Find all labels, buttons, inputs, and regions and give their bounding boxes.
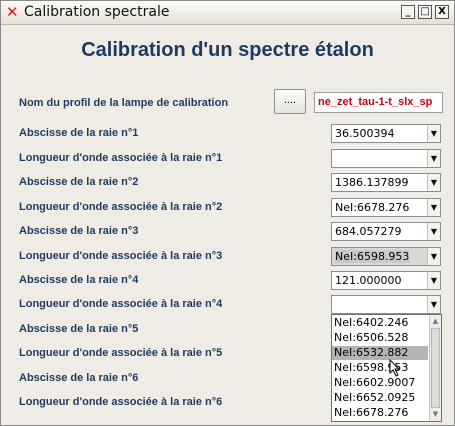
dropdown-option[interactable]: NeI:6506.528: [332, 331, 428, 345]
line-1-abscissa-combo[interactable]: 36.500394 ▼: [331, 124, 441, 143]
maximize-button[interactable]: □: [418, 5, 432, 19]
close-button[interactable]: X: [435, 5, 449, 19]
combo-value: NeI:6598.953: [335, 250, 410, 263]
combo-value: 684.057279: [335, 225, 402, 238]
chevron-down-icon[interactable]: ▼: [427, 296, 440, 313]
line-5-wavelength-label: Longueur d'onde associée à la raie n°5: [19, 347, 223, 359]
dropdown-option[interactable]: NeI:6598.953: [332, 361, 428, 375]
line-2-wavelength-combo[interactable]: NeI:6678.276 ▼: [331, 198, 441, 217]
minimize-button[interactable]: _: [401, 5, 415, 19]
profile-label: Nom du profil de la lampe de calibration: [19, 97, 229, 109]
window-title: Calibration spectrale: [24, 4, 170, 20]
line-3-abscissa-label: Abscisse de la raie n°3: [19, 225, 139, 237]
line-4-wavelength-combo[interactable]: ▼: [331, 295, 441, 314]
line-3-abscissa-combo[interactable]: 684.057279 ▼: [331, 222, 441, 241]
combo-value: 121.000000: [335, 274, 402, 287]
line-3-wavelength-label: Longueur d'onde associée à la raie n°3: [19, 250, 223, 262]
dropdown-scrollbar[interactable]: ▲ ▼: [429, 315, 441, 421]
line-3-wavelength-combo[interactable]: NeI:6598.953 ▼: [331, 247, 441, 266]
combo-value: NeI:6678.276: [335, 201, 410, 214]
title-bar[interactable]: ✕ Calibration spectrale _ □ X: [1, 1, 454, 25]
line-2-wavelength-label: Longueur d'onde associée à la raie n°2: [19, 201, 223, 213]
line-4-wavelength-label: Longueur d'onde associée à la raie n°4: [19, 298, 223, 310]
combo-value: 1386.137899: [335, 176, 409, 189]
dropdown-option[interactable]: NeI:6602.9007: [332, 376, 428, 390]
dropdown-option[interactable]: NeI:6652.0925: [332, 391, 428, 405]
line-1-abscissa-label: Abscisse de la raie n°1: [19, 127, 139, 139]
line-5-abscissa-label: Abscisse de la raie n°5: [19, 323, 139, 335]
chevron-down-icon[interactable]: ▼: [427, 174, 440, 191]
line-2-abscissa-combo[interactable]: 1386.137899 ▼: [331, 173, 441, 192]
chevron-down-icon[interactable]: ▼: [427, 150, 440, 167]
combo-value: 36.500394: [335, 127, 395, 140]
scroll-down-icon[interactable]: ▼: [430, 409, 441, 420]
chevron-down-icon[interactable]: ▼: [427, 199, 440, 216]
dropdown-option[interactable]: NeI:6402.246: [332, 316, 428, 330]
line-1-wavelength-combo[interactable]: ▼: [331, 149, 441, 168]
chevron-down-icon[interactable]: ▼: [427, 248, 440, 265]
app-x-icon: ✕: [6, 3, 19, 21]
chevron-down-icon[interactable]: ▼: [427, 223, 440, 240]
line-1-wavelength-label: Longueur d'onde associée à la raie n°1: [19, 152, 223, 164]
profile-field[interactable]: ne_zet_tau-1-t_slx_sp: [314, 92, 443, 113]
dropdown-option-highlighted[interactable]: NeI:6532.882: [332, 346, 428, 360]
mouse-cursor-icon: [389, 359, 401, 377]
scroll-up-icon[interactable]: ▲: [430, 316, 441, 327]
calibration-window: ✕ Calibration spectrale _ □ X Calibratio…: [0, 0, 455, 426]
page-title: Calibration d'un spectre étalon: [81, 39, 374, 61]
line-6-wavelength-label: Longueur d'onde associée à la raie n°6: [19, 396, 223, 408]
browse-button[interactable]: ....: [274, 89, 306, 114]
line-4-abscissa-label: Abscisse de la raie n°4: [19, 274, 139, 286]
chevron-down-icon[interactable]: ▼: [427, 125, 440, 142]
wavelength-dropdown-list[interactable]: NeI:6402.246 NeI:6506.528 NeI:6532.882 N…: [331, 314, 442, 422]
scroll-thumb[interactable]: [431, 328, 440, 408]
line-6-abscissa-label: Abscisse de la raie n°6: [19, 372, 139, 384]
chevron-down-icon[interactable]: ▼: [427, 272, 440, 289]
dropdown-option[interactable]: NeI:6678.276: [332, 406, 428, 420]
line-4-abscissa-combo[interactable]: 121.000000 ▼: [331, 271, 441, 290]
line-2-abscissa-label: Abscisse de la raie n°2: [19, 176, 139, 188]
